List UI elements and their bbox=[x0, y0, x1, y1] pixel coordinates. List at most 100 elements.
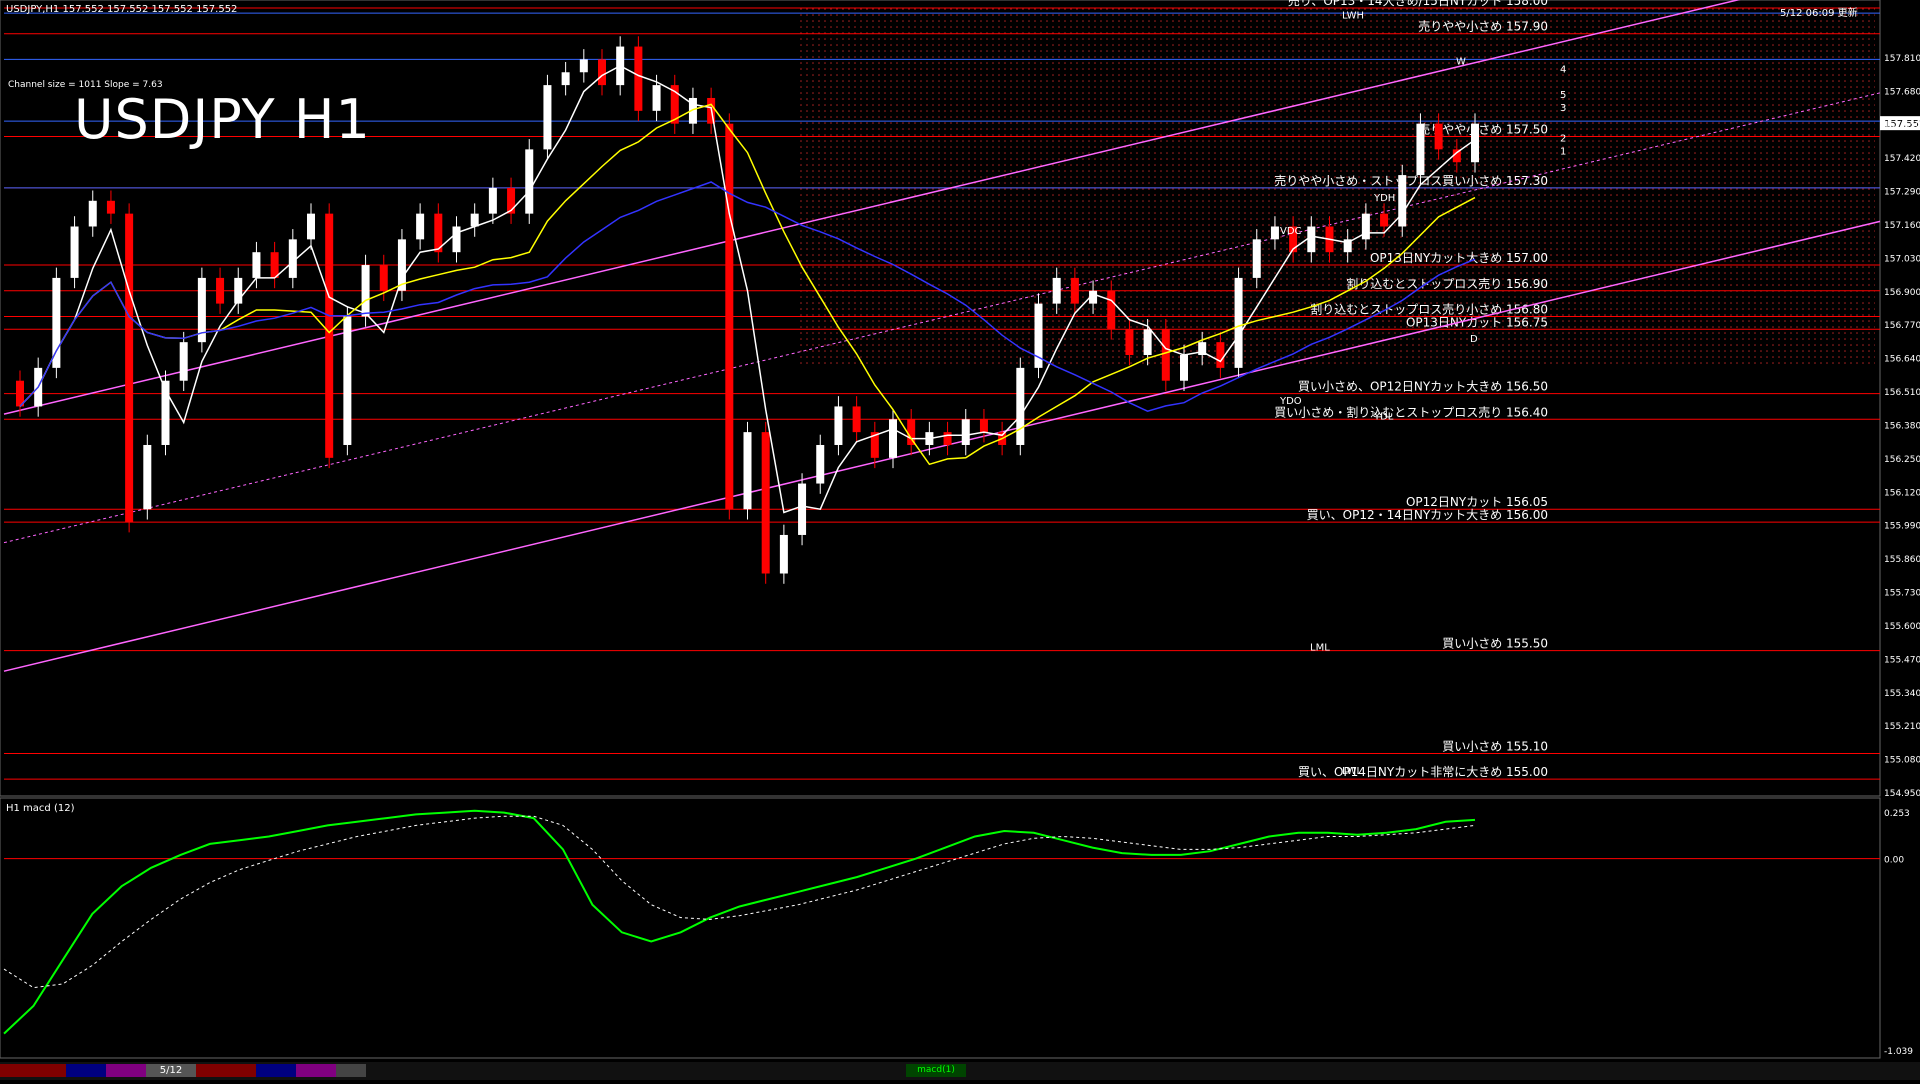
macd-tick-label: -1.039 bbox=[1884, 1047, 1913, 1057]
level-label: 割り込むとストップロス売り 156.90 bbox=[1346, 276, 1548, 291]
macd-main-line bbox=[3, 809, 1476, 1035]
candle-body bbox=[725, 123, 734, 510]
candle-body bbox=[1270, 226, 1279, 240]
box-label: LWL bbox=[1342, 766, 1363, 777]
candle-body bbox=[598, 59, 606, 86]
candle-body bbox=[416, 213, 425, 240]
color-tab-gray[interactable] bbox=[336, 1064, 366, 1077]
candle-body bbox=[1252, 239, 1261, 278]
level-label: 買い小さめ・割り込むとストップロス売り 156.40 bbox=[1274, 404, 1548, 419]
macd-tick-label: 0.00 bbox=[1884, 856, 1904, 866]
candle-body bbox=[798, 483, 807, 535]
level-label: 買い小さめ 155.10 bbox=[1442, 739, 1548, 753]
color-tab-red[interactable] bbox=[196, 1064, 256, 1077]
price-tick-label: 156.510 bbox=[1884, 388, 1920, 398]
candle-body bbox=[361, 265, 370, 317]
candle-body bbox=[325, 213, 334, 458]
color-tab-navy[interactable] bbox=[66, 1064, 106, 1077]
candle-body bbox=[543, 85, 552, 150]
candle-body bbox=[1180, 355, 1188, 381]
candle-body bbox=[1216, 342, 1225, 368]
price-tick-label: 156.640 bbox=[1884, 355, 1920, 365]
candle-body bbox=[907, 419, 916, 445]
box-label: YDL bbox=[1373, 411, 1394, 422]
candle-body bbox=[179, 342, 188, 381]
price-tick-label: 154.950 bbox=[1884, 789, 1920, 799]
price-tick-label: 157.290 bbox=[1884, 188, 1920, 198]
chart-title: USDJPY H1 bbox=[74, 88, 371, 151]
candle-body bbox=[1161, 329, 1170, 381]
macd-panel-frame bbox=[0, 797, 1881, 1059]
price-tick-label: 155.210 bbox=[1884, 722, 1920, 732]
candle-body bbox=[143, 444, 152, 510]
price-tick-label: 155.860 bbox=[1884, 555, 1920, 565]
candle-body bbox=[1416, 123, 1425, 176]
chart-root: 売り、OP13・14大きめ/15日NYカット 158.00 売りやや小さめ 157… bbox=[0, 0, 1920, 1080]
candle-body bbox=[1070, 277, 1079, 304]
box-label: 4 bbox=[1560, 64, 1566, 75]
candle-body bbox=[1434, 123, 1443, 150]
candle-body bbox=[270, 252, 279, 278]
level-label: 売りやや小さめ 157.90 bbox=[1418, 19, 1548, 34]
candle-body bbox=[525, 149, 534, 214]
candle-body bbox=[470, 213, 479, 227]
date-tab[interactable]: 5/12 bbox=[146, 1064, 196, 1077]
color-tab-purple[interactable] bbox=[106, 1064, 146, 1077]
box-label: YDH bbox=[1373, 193, 1395, 204]
box-label: W bbox=[1456, 57, 1466, 68]
box-label: LWH bbox=[1342, 10, 1364, 21]
candle-body bbox=[561, 72, 570, 86]
box-label: 3 bbox=[1560, 103, 1566, 114]
price-tick-label: 156.120 bbox=[1884, 488, 1920, 498]
candle-body bbox=[1398, 175, 1407, 227]
price-chart-svg: 売り、OP13・14大きめ/15日NYカット 158.00 売りやや小さめ 157… bbox=[0, 0, 1920, 1059]
box-label: LML bbox=[1310, 643, 1330, 654]
candle-body bbox=[652, 85, 661, 111]
price-tick-label: 155.600 bbox=[1884, 622, 1920, 632]
candle-body bbox=[1107, 290, 1116, 330]
candle-body bbox=[634, 46, 643, 111]
price-tick-label: 155.990 bbox=[1884, 522, 1920, 532]
level-label: 買い小さめ 155.50 bbox=[1442, 637, 1548, 651]
color-tab-maroon[interactable] bbox=[0, 1064, 66, 1077]
candle-body bbox=[70, 226, 79, 278]
level-label: 買い、OP14日NYカット非常に大きめ 155.00 bbox=[1298, 765, 1548, 779]
price-tick-label: 157.420 bbox=[1884, 154, 1920, 164]
candle-body bbox=[1380, 213, 1389, 227]
update-timestamp: 5/12 06:09 更新 bbox=[1780, 8, 1858, 19]
price-tick-label: 157.160 bbox=[1884, 221, 1920, 231]
macd-label: H1 macd (12) bbox=[6, 803, 75, 814]
candle-body bbox=[779, 534, 788, 574]
box-label: VDC bbox=[1280, 226, 1302, 237]
box-label: D bbox=[1470, 334, 1478, 345]
price-tick-label: 157.550 bbox=[1884, 121, 1920, 131]
candle-body bbox=[743, 432, 752, 510]
candle-body bbox=[52, 277, 61, 368]
price-tick-label: 156.250 bbox=[1884, 455, 1920, 465]
macd-tick-label: 0.253 bbox=[1884, 809, 1910, 819]
candle-body bbox=[1361, 213, 1370, 240]
level-label: 売り、OP13・14大きめ/15日NYカット 158.00 bbox=[1288, 0, 1548, 8]
candle-body bbox=[1125, 329, 1134, 356]
level-label: 売りやや小さめ・ストップロス買い小さめ 157.30 bbox=[1274, 173, 1548, 188]
price-tick-label: 155.730 bbox=[1884, 589, 1920, 599]
candle-body bbox=[816, 444, 825, 484]
color-tab-blue[interactable] bbox=[256, 1064, 296, 1077]
box-label: YDO bbox=[1279, 396, 1302, 407]
candle-body bbox=[1016, 367, 1025, 445]
candle-body bbox=[834, 406, 843, 445]
candle-body bbox=[343, 316, 352, 445]
candle-body bbox=[307, 213, 315, 240]
price-tick-label: 157.680 bbox=[1884, 87, 1920, 97]
color-tab-violet[interactable] bbox=[296, 1064, 336, 1077]
price-tick-label: 157.030 bbox=[1884, 254, 1920, 264]
price-tick-label: 156.380 bbox=[1884, 421, 1920, 431]
candle-body bbox=[943, 432, 952, 445]
candle-body bbox=[889, 419, 897, 458]
candle-body bbox=[579, 59, 588, 73]
box-label: 2 bbox=[1560, 134, 1566, 145]
price-tick-label: 155.080 bbox=[1884, 756, 1920, 766]
candle-body bbox=[852, 406, 861, 433]
macd-tab[interactable]: macd(1) bbox=[906, 1064, 966, 1077]
candle-body bbox=[125, 213, 134, 523]
